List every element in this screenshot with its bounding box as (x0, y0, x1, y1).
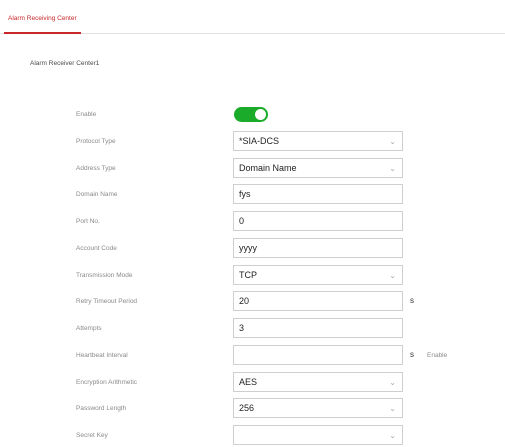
password-length-select[interactable]: 256 ⌄ (233, 398, 403, 418)
heartbeat-interval-unit: s (410, 350, 414, 359)
chevron-down-icon: ⌄ (389, 271, 396, 280)
eye-icon[interactable]: ⌄ (389, 427, 396, 445)
section-title: Alarm Receiver Center1 (30, 60, 100, 67)
enable-row: Enable (0, 104, 505, 126)
chevron-down-icon: ⌄ (389, 137, 396, 146)
password-length-row: Password Length 256 ⌄ (0, 398, 505, 420)
account-code-input[interactable] (233, 238, 403, 258)
protocol-type-row: Protocol Type *SIA-DCS ⌄ (0, 131, 505, 153)
chevron-down-icon: ⌄ (389, 404, 396, 413)
protocol-type-value: *SIA-DCS (239, 136, 280, 146)
password-length-value: 256 (239, 403, 255, 413)
heartbeat-enable-label[interactable]: Enable (427, 352, 447, 359)
address-type-label: Address Type (76, 165, 116, 172)
toggle-knob (255, 109, 266, 120)
address-type-row: Address Type Domain Name ⌄ (0, 158, 505, 180)
encryption-algorithm-label: Encryption Arithmetic (76, 379, 138, 386)
encryption-algorithm-select[interactable]: AES ⌄ (233, 372, 403, 392)
transmission-mode-label: Transmission Mode (76, 272, 133, 279)
account-code-label: Account Code (76, 245, 117, 252)
transmission-mode-select[interactable]: TCP ⌄ (233, 265, 403, 285)
port-no-input[interactable] (233, 211, 403, 231)
secret-key-label: Secret Key (76, 432, 108, 439)
protocol-type-select[interactable]: *SIA-DCS ⌄ (233, 131, 403, 151)
enable-label: Enable (76, 111, 97, 118)
heartbeat-interval-input[interactable] (233, 345, 403, 365)
encryption-algorithm-value: AES (239, 377, 258, 387)
account-code-row: Account Code (0, 238, 505, 260)
address-type-value: Domain Name (239, 163, 297, 173)
tab-bar: Alarm Receiving Center (0, 0, 505, 34)
enable-toggle[interactable] (234, 107, 268, 122)
attempts-input[interactable] (233, 318, 403, 338)
port-no-row: Port No. (0, 211, 505, 233)
chevron-down-icon: ⌄ (389, 378, 396, 387)
retry-timeout-input[interactable] (233, 291, 403, 311)
protocol-type-label: Protocol Type (76, 138, 116, 145)
attempts-label: Attempts (76, 325, 102, 332)
chevron-down-icon: ⌄ (389, 164, 396, 173)
secret-key-input[interactable]: ⌄ (233, 425, 403, 445)
secret-key-row: Secret Key ⌄ (0, 425, 505, 447)
transmission-mode-value: TCP (239, 270, 257, 280)
heartbeat-interval-label: Heartbeat Interval (76, 352, 128, 359)
retry-timeout-unit: s (410, 296, 414, 305)
tab-alarm-receiving-center[interactable]: Alarm Receiving Center (4, 12, 81, 34)
retry-timeout-label: Retry Timeout Period (76, 298, 138, 305)
encryption-algorithm-row: Encryption Arithmetic AES ⌄ (0, 372, 505, 394)
heartbeat-interval-row: Heartbeat Interval s Enable (0, 345, 505, 367)
attempts-row: Attempts (0, 318, 505, 340)
domain-name-label: Domain Name (76, 191, 118, 198)
address-type-select[interactable]: Domain Name ⌄ (233, 158, 403, 178)
domain-name-row: Domain Name (0, 184, 505, 206)
password-length-label: Password Length (76, 405, 127, 412)
domain-name-input[interactable] (233, 184, 403, 204)
port-no-label: Port No. (76, 218, 100, 225)
transmission-mode-row: Transmission Mode TCP ⌄ (0, 265, 505, 287)
retry-timeout-row: Retry Timeout Period s (0, 291, 505, 313)
